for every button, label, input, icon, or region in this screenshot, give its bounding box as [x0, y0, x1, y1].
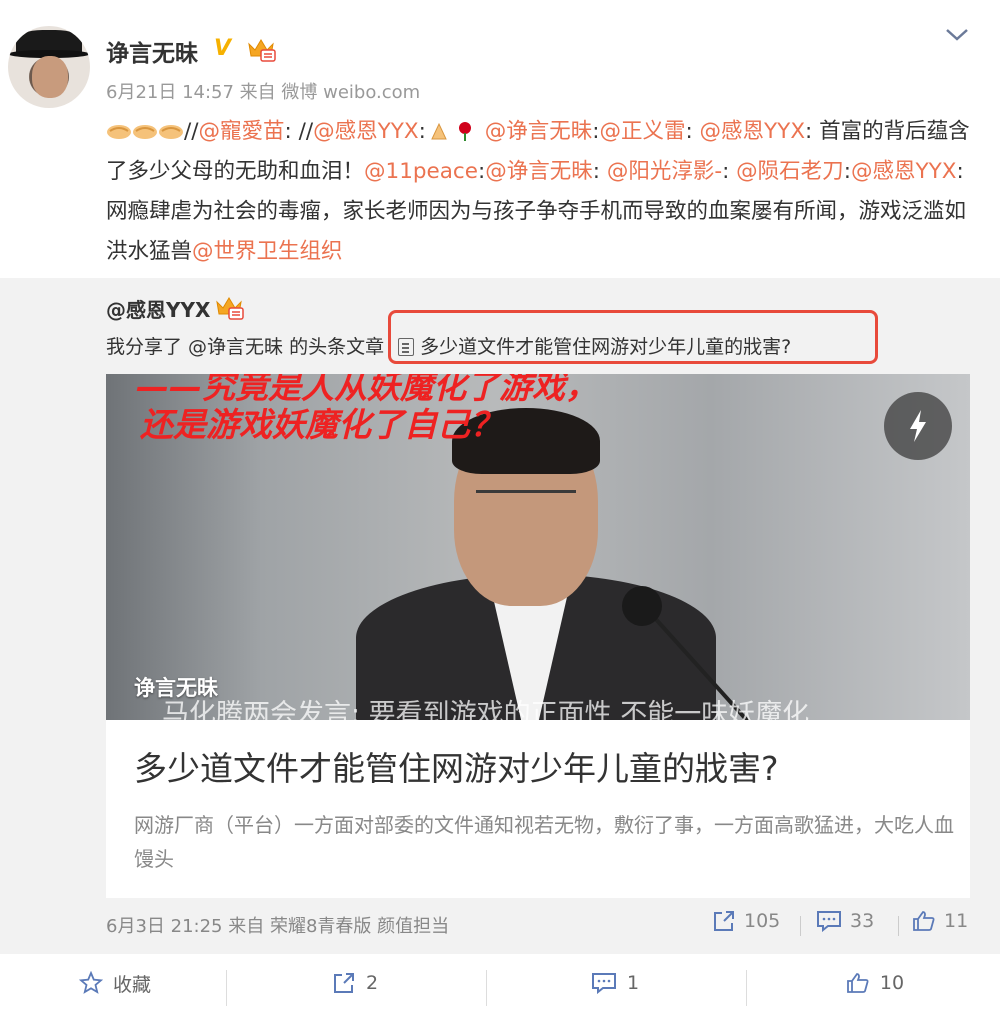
mention-link[interactable]: @感恩YYX: [313, 119, 419, 144]
thumbs-up-icon: [913, 911, 935, 931]
share-icon: [714, 911, 734, 931]
handshake-emoji: [159, 125, 183, 139]
avatar[interactable]: [8, 26, 90, 108]
share-icon: [333, 973, 354, 993]
article-cover-image[interactable]: ——究竟是人从妖魔化了游戏， 还是游戏妖魔化了自己？ 马化腾两会发言: 要看到游…: [106, 374, 970, 720]
article-description: 网游厂商（平台）一方面对部委的文件通知视若无物，敷衍了事，一方面高歌猛进，大吃人…: [134, 813, 954, 871]
post-meta: 6月21日 14:57 来自 微博 weibo.com: [106, 82, 421, 103]
repost-button[interactable]: 2: [240, 954, 470, 1012]
repost-like-stat[interactable]: 11: [912, 910, 968, 932]
weibo-post: 诤言无昧 V 6月21日 14:57 来自 微博 weibo.com //@寵愛…: [0, 0, 1000, 1012]
comment-button[interactable]: 1: [500, 954, 730, 1012]
mention-link[interactable]: @寵愛苗: [199, 119, 285, 144]
mention-link[interactable]: @世界卫生组织: [192, 239, 343, 264]
star-icon: [78, 971, 103, 994]
action-bar: 收藏 2 1 10: [0, 954, 1000, 1012]
cover-headline-line2: 还是游戏妖魔化了自己？: [140, 405, 503, 444]
post-content: //@寵愛苗: //@感恩YYX: @诤言无昧:@正义雷: @感恩YYX: 首富…: [106, 119, 970, 264]
mention-link[interactable]: @阳光淳影-: [607, 159, 722, 184]
repost-block: @感恩YYX 我分享了 @诤言无昧 的头条文章 多少道文件才能管住网游对少年儿童的…: [0, 278, 1000, 954]
mention-link[interactable]: @11peace: [364, 159, 478, 184]
mention-link[interactable]: @诤言无昧: [485, 119, 593, 144]
repost-username[interactable]: @感恩YYX: [106, 294, 210, 323]
cover-author: 诤言无昧: [134, 676, 218, 700]
chevron-down-icon[interactable]: [944, 24, 970, 44]
lightning-icon[interactable]: [884, 392, 952, 460]
handshake-emoji: [133, 125, 157, 139]
highlight-annotation: [388, 310, 878, 364]
repost-share-stat[interactable]: 105: [712, 910, 780, 932]
article-title[interactable]: 多少道文件才能管住网游对少年儿童的戕害?: [134, 742, 779, 790]
mention-link[interactable]: @感恩YYX: [700, 119, 806, 144]
handshake-emoji: [107, 125, 131, 139]
mention-link[interactable]: @感恩YYX: [851, 159, 957, 184]
cover-caption: 马化腾两会发言: 要看到游戏的正面性 不能一味妖魔化: [162, 699, 810, 720]
mention-link[interactable]: @正义雷: [599, 119, 685, 144]
like-button[interactable]: 10: [760, 954, 990, 1012]
crown-icon: [248, 39, 276, 62]
mention-link[interactable]: @陨石老刀: [736, 159, 844, 184]
comment-icon: [817, 911, 841, 932]
mention-link[interactable]: @诤言无昧: [485, 159, 593, 184]
crown-icon: [216, 297, 244, 320]
thumbs-up-icon: [847, 973, 869, 993]
pray-emoji: [431, 122, 447, 140]
favorite-button[interactable]: 收藏: [0, 954, 230, 1012]
verified-badge-icon: V: [214, 36, 232, 61]
comment-icon: [591, 973, 616, 994]
rose-emoji: [458, 122, 471, 141]
repost-meta: 6月3日 21:25 来自 荣耀8青春版 颜值担当: [106, 916, 450, 937]
repost-comment-stat[interactable]: 33: [816, 910, 874, 932]
article-card[interactable]: ——究竟是人从妖魔化了游戏， 还是游戏妖魔化了自己？ 马化腾两会发言: 要看到游…: [106, 374, 970, 898]
post-username[interactable]: 诤言无昧: [106, 34, 198, 68]
